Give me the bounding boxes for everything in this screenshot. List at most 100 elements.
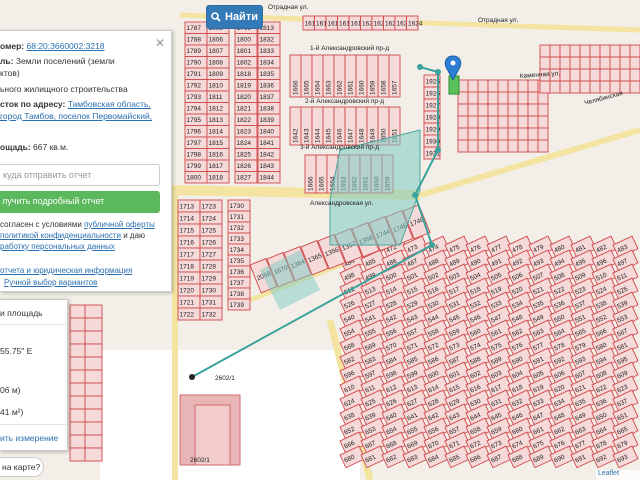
parcel[interactable]: 1814 <box>206 125 230 138</box>
parcel[interactable]: 1818 <box>234 67 258 80</box>
parcel[interactable] <box>84 421 103 436</box>
parcel[interactable] <box>84 395 103 410</box>
parcel[interactable] <box>487 115 499 129</box>
parcel[interactable]: 1727 <box>199 247 223 261</box>
parcel[interactable] <box>467 115 479 129</box>
parcel[interactable] <box>517 127 529 141</box>
privacy-link[interactable]: политикой конфиденциальности <box>0 231 121 240</box>
parcel[interactable] <box>457 127 469 141</box>
parcel[interactable] <box>569 44 581 58</box>
parcel[interactable]: 1817 <box>206 159 230 172</box>
parcel[interactable]: 1738 <box>227 287 251 300</box>
parcel[interactable] <box>579 56 591 70</box>
parcel[interactable] <box>559 56 571 70</box>
parcel[interactable]: 1820 <box>234 90 258 103</box>
parcel[interactable] <box>559 44 571 58</box>
parcel[interactable] <box>527 127 539 141</box>
parcel[interactable] <box>497 79 509 93</box>
parcel[interactable] <box>507 115 519 129</box>
parcel[interactable] <box>537 103 549 117</box>
parcel[interactable]: 1826 <box>234 159 258 172</box>
parcel[interactable]: 1721 <box>177 295 201 309</box>
parcel[interactable]: 1809 <box>206 67 230 80</box>
parcel[interactable]: 1843 <box>257 159 281 172</box>
parcel[interactable]: 1788 <box>184 33 208 46</box>
parcel[interactable] <box>559 80 571 94</box>
parcel[interactable] <box>559 68 571 82</box>
parcel[interactable]: 1725 <box>199 223 223 237</box>
parcel[interactable] <box>84 343 103 358</box>
parcel[interactable] <box>477 79 489 93</box>
address-link-1[interactable]: Тамбовская область, <box>68 99 151 109</box>
parcel[interactable]: 1714 <box>177 211 201 225</box>
parcel[interactable]: 1732 <box>227 221 251 234</box>
parcel[interactable] <box>579 44 591 58</box>
parcel[interactable]: 1716 <box>177 235 201 249</box>
parcel[interactable]: 1726 <box>199 235 223 249</box>
parcel[interactable] <box>477 139 489 153</box>
parcel[interactable] <box>69 395 86 410</box>
parcel[interactable] <box>629 44 640 58</box>
parcel[interactable]: 1816 <box>206 148 230 161</box>
parcel[interactable]: 1838 <box>257 102 281 115</box>
parcel[interactable]: 1825 <box>234 148 258 161</box>
parcel[interactable]: 1728 <box>199 259 223 273</box>
parcel[interactable] <box>487 103 499 117</box>
parcel[interactable] <box>539 44 551 58</box>
parcel[interactable] <box>69 369 86 384</box>
parcel[interactable] <box>619 44 631 58</box>
parcel[interactable] <box>84 356 103 371</box>
parcel[interactable] <box>467 103 479 117</box>
parcel[interactable]: 1800 <box>234 33 258 46</box>
parcel[interactable]: 1802 <box>234 56 258 69</box>
parcel[interactable] <box>517 103 529 117</box>
parcel[interactable]: 1840 <box>257 125 281 138</box>
parcel[interactable]: 1733 <box>227 232 251 245</box>
parcel[interactable] <box>84 304 103 319</box>
parcel[interactable]: 1713 <box>177 199 201 213</box>
parcel[interactable]: 1797 <box>184 136 208 149</box>
parcel[interactable] <box>549 80 561 94</box>
parcel[interactable]: 1730 <box>199 283 223 297</box>
parcel[interactable]: 1736 <box>227 265 251 278</box>
parcel[interactable] <box>477 91 489 105</box>
parcel[interactable] <box>507 79 519 93</box>
parcel[interactable] <box>599 68 611 82</box>
parcel[interactable]: 1833 <box>257 44 281 57</box>
parcel[interactable] <box>467 127 479 141</box>
parcel[interactable]: 1810 <box>206 79 230 92</box>
parcel[interactable] <box>527 103 539 117</box>
parcel[interactable]: 1729 <box>199 271 223 285</box>
parcel[interactable]: 1844 <box>257 171 281 184</box>
parcel[interactable]: 1794 <box>184 102 208 115</box>
parcel[interactable]: 1821 <box>234 102 258 115</box>
parcel[interactable] <box>507 139 519 153</box>
parcel[interactable] <box>69 382 86 397</box>
parcel[interactable] <box>507 103 519 117</box>
parcel[interactable] <box>527 139 539 153</box>
parcel[interactable] <box>579 68 591 82</box>
parcel[interactable]: 1815 <box>206 136 230 149</box>
parcel[interactable]: 1842 <box>257 148 281 161</box>
parcel[interactable]: 1827 <box>234 171 258 184</box>
measure-vertex[interactable] <box>412 192 418 198</box>
parcel[interactable] <box>84 434 103 449</box>
parcel[interactable] <box>599 80 611 94</box>
parcel[interactable]: 1791 <box>184 67 208 80</box>
parcel[interactable]: 1799 <box>184 159 208 172</box>
parcel[interactable] <box>69 408 86 423</box>
parcel[interactable] <box>539 80 551 94</box>
parcel[interactable] <box>84 447 103 462</box>
parcel[interactable] <box>497 91 509 105</box>
parcel[interactable]: 1806 <box>206 33 230 46</box>
measure-vertex[interactable] <box>435 69 441 75</box>
get-report-button[interactable]: лучить подробный отчет <box>0 191 160 213</box>
parcel[interactable] <box>527 91 539 105</box>
parcel[interactable] <box>69 317 86 332</box>
parcel[interactable]: 1787 <box>184 21 208 34</box>
offer-link[interactable]: публичной оферты <box>84 220 155 229</box>
leaflet-attribution[interactable]: Leaflet <box>596 470 640 480</box>
parcel[interactable]: 1718 <box>177 259 201 273</box>
parcel[interactable]: 1735 <box>227 254 251 267</box>
close-icon[interactable]: ✕ <box>155 37 165 49</box>
